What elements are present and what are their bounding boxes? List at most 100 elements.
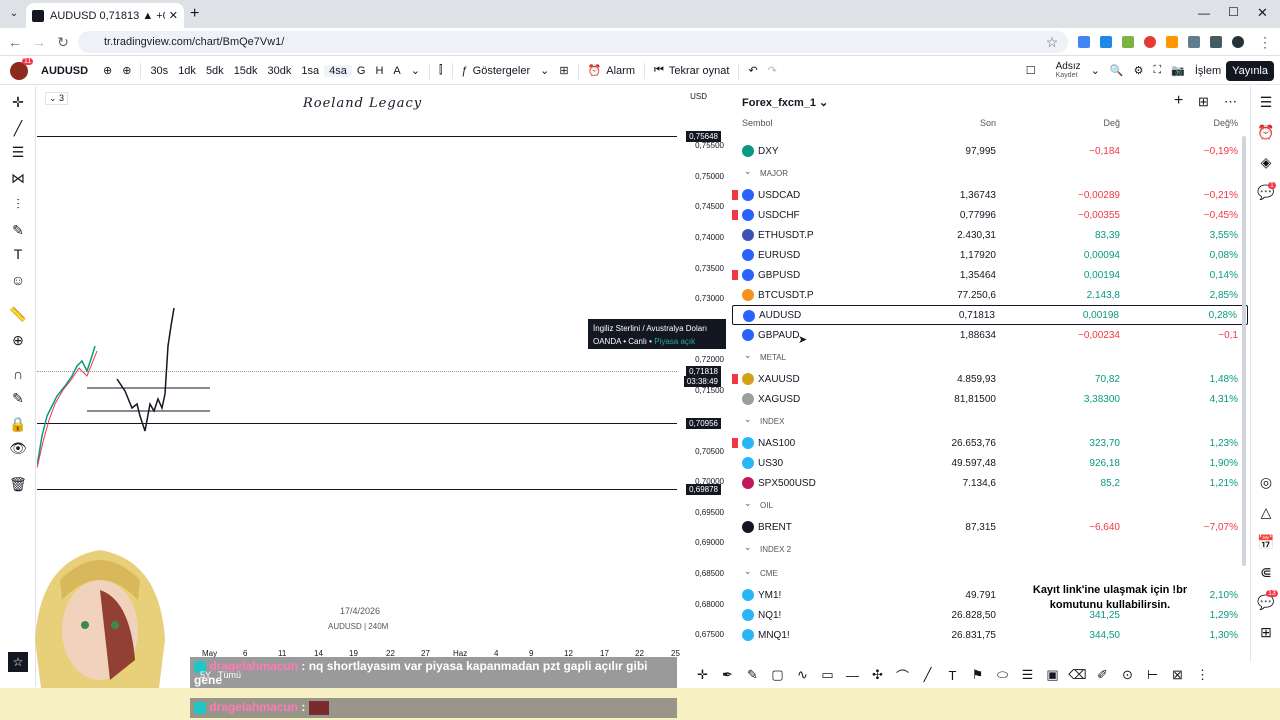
crosshair-icon[interactable]: ✛ xyxy=(8,92,28,112)
section-chevron-icon[interactable]: ⌄ xyxy=(744,414,752,425)
watchlist-row[interactable]: AUDUSD 0,71813 0,00198 0,28% xyxy=(732,305,1248,325)
undo-icon[interactable]: ↶ xyxy=(743,64,762,77)
watchlist-section[interactable]: INDEX ⌄ xyxy=(732,409,1248,433)
ruler-tool-icon[interactable]: ⊢ xyxy=(1140,667,1165,683)
watchlist-scrollbar[interactable] xyxy=(1242,136,1246,566)
stream-icon[interactable]: ⋐ xyxy=(1256,562,1276,582)
node-icon[interactable]: ✣ xyxy=(865,667,890,683)
forward-icon[interactable]: → xyxy=(29,32,49,52)
pin-icon[interactable]: ⊙ xyxy=(1115,667,1140,683)
header-last[interactable]: Son xyxy=(980,118,996,128)
redo-icon[interactable]: ↷ xyxy=(763,64,782,77)
watchlist-row[interactable]: USDCHF 0,77996 −0,00355 −0,45% xyxy=(732,205,1248,225)
brush-icon[interactable]: ✎ xyxy=(8,220,28,240)
zoom-icon[interactable]: ⊕ xyxy=(8,330,28,350)
marker-icon[interactable]: ✐ xyxy=(1090,667,1115,683)
list-icon[interactable]: ☰ xyxy=(1015,667,1040,683)
watchlist-row[interactable]: BRENT 87,315 −6,640 −7,07% xyxy=(732,517,1248,537)
ideas-icon[interactable]: △ xyxy=(1256,502,1276,522)
ruler-icon[interactable]: 📏 xyxy=(8,304,28,324)
image-icon[interactable]: ▣ xyxy=(1040,667,1065,683)
more-options-icon[interactable]: ⋯ xyxy=(1224,94,1237,110)
section-chevron-icon[interactable]: ⌄ xyxy=(744,542,752,553)
more-tools-icon[interactable]: ⋮ xyxy=(1190,667,1215,683)
calendar-icon[interactable]: 📅 xyxy=(1256,532,1276,552)
indicators-button[interactable]: Göstergeler xyxy=(473,65,535,77)
interval-15dk[interactable]: 15dk xyxy=(229,65,263,77)
watchlist-row[interactable]: GBPUSD 1,35464 0,00194 0,14% xyxy=(732,265,1248,285)
red-flag-icon[interactable] xyxy=(732,270,738,280)
eye-icon[interactable]: 👁 xyxy=(8,438,28,458)
interval-5dk[interactable]: 5dk xyxy=(201,65,229,77)
currency-label[interactable]: USD xyxy=(690,92,707,101)
trendline-icon[interactable]: ╱ xyxy=(8,118,28,138)
red-flag-icon[interactable] xyxy=(732,190,738,200)
indicators-icon[interactable]: ƒ xyxy=(457,65,473,77)
watchlist-section[interactable]: INDEX 2 ⌄ xyxy=(732,537,1248,561)
fullscreen-icon[interactable]: ⛶ xyxy=(1148,64,1166,77)
path-icon[interactable]: ✎ xyxy=(740,667,765,683)
alarm-icon[interactable]: ⏰ xyxy=(583,64,607,77)
watchlist-row[interactable]: US30 49.597,48 926,18 1,90% xyxy=(732,453,1248,473)
watchlist-section[interactable]: OIL ⌄ xyxy=(732,493,1248,517)
extension-icons[interactable] xyxy=(1078,36,1248,48)
screenshot-camera-icon[interactable]: 📷 xyxy=(1166,64,1190,77)
header-symbol[interactable]: Sembol xyxy=(742,118,773,128)
line-icon[interactable]: — xyxy=(840,668,865,683)
watchlist-row[interactable]: XAGUSD 81,81500 3,38300 4,31% xyxy=(732,389,1248,409)
fib-icon[interactable]: ☰ xyxy=(8,142,28,162)
layout-grid-icon[interactable]: ⊞ xyxy=(554,64,573,77)
quick-search-icon[interactable]: 🔍 xyxy=(1105,64,1129,77)
lock-icon[interactable]: 🔒 xyxy=(8,414,28,434)
cursor-icon[interactable]: ✛ xyxy=(690,667,715,683)
new-tab-button[interactable]: + xyxy=(190,5,199,23)
watchlist-section[interactable]: CME ⌄ xyxy=(732,561,1248,585)
minimize-icon[interactable]: — xyxy=(1198,6,1210,20)
callout-icon[interactable]: ▭ xyxy=(815,667,840,683)
indicators-dropdown-icon[interactable]: ⌄ xyxy=(535,64,554,77)
watchlist-row[interactable]: ETHUSDT.P 2.430,31 83,39 3,55% xyxy=(732,225,1248,245)
text-tool-icon[interactable]: T xyxy=(940,668,965,683)
layers-icon[interactable]: ◈ xyxy=(1256,152,1276,172)
watchlist-section[interactable]: METAL ⌄ xyxy=(732,345,1248,369)
replay-icon[interactable]: ⏮ xyxy=(649,64,669,77)
back-icon[interactable]: ← xyxy=(5,32,25,52)
maximize-icon[interactable]: ☐ xyxy=(1228,5,1239,19)
header-change-pct[interactable]: Değ% xyxy=(1213,118,1238,128)
flag-icon[interactable]: ⚑ xyxy=(965,667,990,683)
interval-1dk[interactable]: 1dk xyxy=(173,65,201,77)
target-icon[interactable]: ◎ xyxy=(1256,472,1276,492)
interval-4sa[interactable]: 4sa xyxy=(324,64,352,77)
red-flag-icon[interactable] xyxy=(732,374,738,384)
settings-gear-icon[interactable]: ⚙ xyxy=(1129,64,1149,77)
watchlist-icon[interactable]: ☰ xyxy=(1256,92,1276,112)
browser-tab[interactable]: AUDUSD 0,71813 ▲ +0,28% Ac ✕ xyxy=(26,3,184,28)
interval-30s[interactable]: 30s xyxy=(145,65,173,77)
forecast-icon[interactable]: ⫶ xyxy=(8,194,28,214)
advanced-view-icon[interactable]: ⊞ xyxy=(1198,94,1209,110)
eraser-icon[interactable]: ⌫ xyxy=(1065,667,1090,683)
text-icon[interactable]: T xyxy=(8,244,28,264)
watchlist-row[interactable]: DXY 97,995 −0,184 −0,19% xyxy=(732,141,1248,161)
curve-icon[interactable]: ∿ xyxy=(790,667,815,683)
watchlist-row[interactable]: EURUSD 1,17920 0,00094 0,08% xyxy=(732,245,1248,265)
browser-menu-icon[interactable]: ⋮ xyxy=(1255,32,1275,52)
alerts-clock-icon[interactable]: ⏰ xyxy=(1256,122,1276,142)
publish-button[interactable]: Yayınla xyxy=(1226,60,1274,81)
interval-a[interactable]: A xyxy=(388,65,405,77)
layout-toggle-icon[interactable]: ☐ xyxy=(1021,64,1041,77)
pattern-icon[interactable]: ⋈ xyxy=(8,168,28,188)
brush-icon[interactable]: ╱ xyxy=(915,667,940,683)
range-5y[interactable]: 5Y xyxy=(200,670,211,680)
layout-dropdown-icon[interactable]: ⌄ xyxy=(1086,64,1105,77)
header-change[interactable]: Değ xyxy=(1103,118,1120,128)
add-symbol-icon[interactable]: + xyxy=(1174,92,1183,110)
section-chevron-icon[interactable]: ⌄ xyxy=(744,498,752,509)
watchlist-row[interactable]: GBPAUD 1,88634 −0,00234 −0,1 xyxy=(732,325,1248,345)
arc-icon[interactable]: ⌒ xyxy=(890,666,915,685)
apps-grid-icon[interactable]: ⊞ xyxy=(1256,622,1276,642)
watchlist-row[interactable]: USDCAD 1,36743 −0,00289 −0,21% xyxy=(732,185,1248,205)
replay-button[interactable]: Tekrar oynat xyxy=(669,65,735,77)
interval-g[interactable]: G xyxy=(352,65,371,77)
alarm-button[interactable]: Alarm xyxy=(606,65,640,77)
